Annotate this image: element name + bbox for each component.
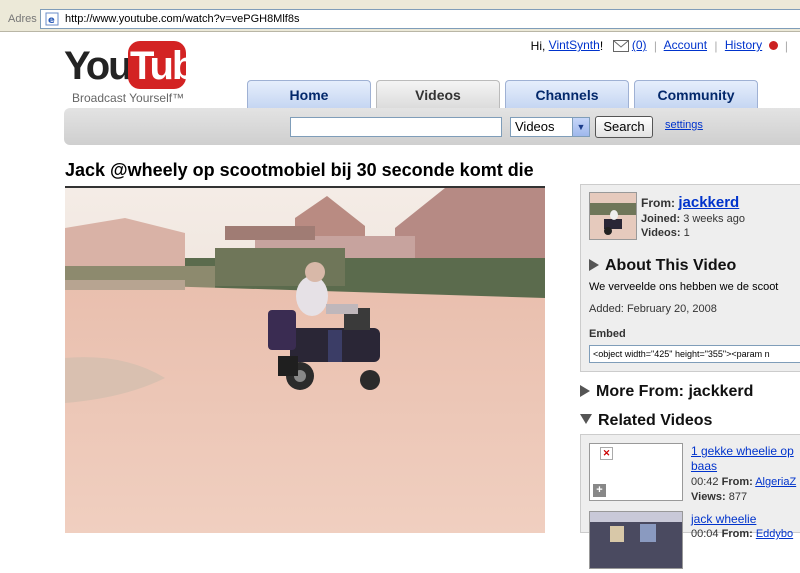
- address-bar: Adres e http://www.youtube.com/watch?v=v…: [0, 0, 800, 32]
- uploader-panel: From: jackkerd Joined: 3 weeks ago Video…: [580, 184, 800, 372]
- related-heading-text: Related Videos: [598, 412, 713, 429]
- more-from-heading[interactable]: More From: jackkerd: [580, 383, 753, 401]
- related-uploader-link[interactable]: Eddybo: [756, 528, 793, 540]
- url-text: http://www.youtube.com/watch?v=vePGH8Mlf…: [65, 13, 300, 25]
- added-date: February 20, 2008: [626, 303, 717, 315]
- ie-page-icon: e: [45, 12, 59, 26]
- related-views-label: Views:: [691, 491, 726, 503]
- uploader-from-row: From: jackkerd: [641, 194, 739, 211]
- mail-icon[interactable]: [612, 39, 629, 52]
- url-field[interactable]: e http://www.youtube.com/watch?v=vePGH8M…: [40, 9, 800, 29]
- related-duration: 00:42: [691, 476, 719, 488]
- address-label: Adres: [8, 13, 37, 25]
- history-remove-icon[interactable]: [768, 41, 778, 51]
- videos-count-row: Videos: 1: [641, 227, 690, 239]
- video-player[interactable]: [65, 188, 545, 533]
- greeting-end: !: [599, 38, 604, 53]
- videos-count: 1: [683, 227, 690, 239]
- video-frame-image: [65, 188, 545, 533]
- youtube-logo[interactable]: You Tube Broadcast Yourself™: [64, 40, 217, 106]
- logo-tagline: Broadcast Yourself™: [72, 91, 185, 105]
- related-title-link[interactable]: 1 gekke wheelie op: [691, 444, 794, 459]
- related-duration: 00:04: [691, 528, 719, 540]
- search-bar: Videos ▼ Search settings: [64, 108, 800, 145]
- account-link[interactable]: Account: [664, 38, 707, 52]
- related-meta-row: 00:04 From: Eddybo: [691, 528, 793, 540]
- related-videos-list: ✕ + 1 gekke wheelie op baas 00:42 From: …: [580, 434, 800, 569]
- history-link[interactable]: History: [725, 38, 762, 52]
- greeting-text: Hi,: [530, 38, 546, 53]
- collapse-arrow-icon: [580, 414, 592, 424]
- videos-label: Videos:: [641, 227, 681, 239]
- joined-value: 3 weeks ago: [683, 213, 745, 225]
- tab-community[interactable]: Community: [634, 80, 758, 108]
- add-to-quicklist-icon[interactable]: +: [593, 484, 606, 497]
- svg-text:e: e: [48, 15, 55, 26]
- from-label: From:: [641, 196, 675, 210]
- uploader-thumbnail[interactable]: [589, 192, 637, 240]
- search-category-select[interactable]: Videos ▼: [510, 117, 590, 137]
- sidebar: From: jackkerd Joined: 3 weeks ago Video…: [580, 184, 800, 569]
- logo-tube-text: Tube: [130, 44, 217, 88]
- related-from-label: From:: [721, 528, 753, 540]
- related-title-link-line2[interactable]: baas: [691, 459, 717, 474]
- added-label: Added:: [589, 303, 624, 315]
- about-heading[interactable]: About This Video: [589, 257, 736, 275]
- more-from-heading-text: More From: jackkerd: [596, 383, 754, 400]
- joined-row: Joined: 3 weeks ago: [641, 213, 745, 225]
- added-row: Added: February 20, 2008: [589, 303, 717, 315]
- related-views-row: Views: 877: [691, 491, 747, 503]
- search-category-value: Videos: [515, 119, 555, 134]
- related-from-label: From:: [721, 476, 753, 488]
- broken-image-icon: ✕: [600, 447, 613, 460]
- related-thumbnail[interactable]: ✕ +: [589, 443, 683, 501]
- embed-label: Embed: [589, 328, 626, 340]
- chevron-down-icon[interactable]: ▼: [572, 118, 589, 136]
- uploader-thumbnail-image: [590, 193, 636, 239]
- search-input[interactable]: [290, 117, 502, 137]
- related-title-link[interactable]: jack wheelie: [691, 512, 756, 527]
- expand-arrow-icon: [580, 385, 590, 397]
- tab-videos[interactable]: Videos: [376, 80, 500, 108]
- search-settings-link[interactable]: settings: [665, 119, 703, 131]
- tab-home[interactable]: Home: [247, 80, 371, 108]
- related-meta-row: 00:42 From: AlgeriaZ: [691, 476, 796, 488]
- related-views-count: 877: [728, 491, 748, 503]
- uploader-name-link[interactable]: jackkerd: [678, 194, 739, 211]
- related-uploader-link[interactable]: AlgeriaZ: [755, 476, 796, 488]
- joined-label: Joined:: [641, 213, 681, 225]
- expand-arrow-icon: [589, 259, 599, 271]
- inbox-count-link[interactable]: (0): [632, 38, 647, 52]
- related-videos-heading[interactable]: Related Videos: [580, 412, 712, 430]
- logo-you-text: You: [64, 44, 133, 88]
- user-bar: Hi, VintSynth! (0) | Account | History |: [530, 38, 788, 53]
- related-thumbnail[interactable]: [589, 511, 683, 569]
- about-heading-text: About This Video: [605, 257, 737, 274]
- video-description: We verveelde ons hebben we de scoot: [589, 281, 779, 293]
- video-title: Jack @wheely op scootmobiel bij 30 secon…: [65, 160, 534, 180]
- related-thumbnail-image: [590, 512, 682, 568]
- tab-channels[interactable]: Channels: [505, 80, 629, 108]
- embed-code-field[interactable]: <object width="425" height="355"><param …: [589, 345, 800, 363]
- username-link[interactable]: VintSynth: [549, 38, 600, 52]
- search-button[interactable]: Search: [595, 116, 653, 138]
